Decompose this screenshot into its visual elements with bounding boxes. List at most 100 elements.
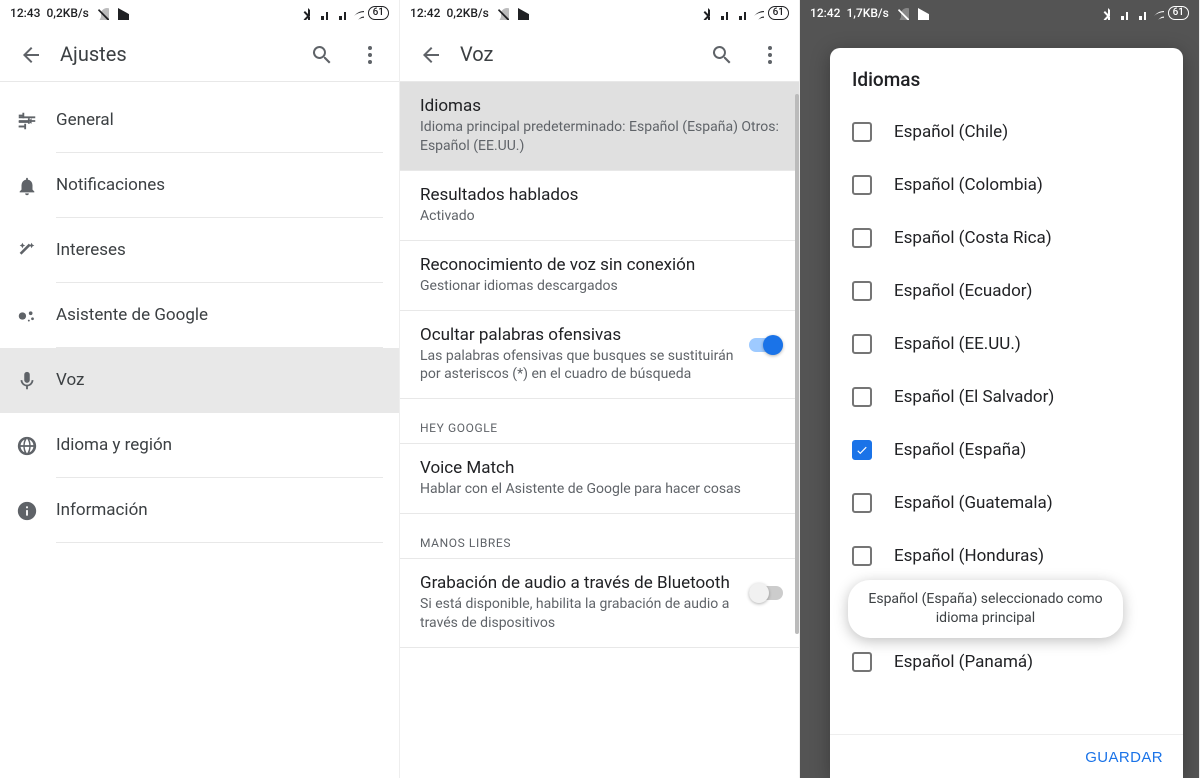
- checkbox[interactable]: [852, 546, 872, 566]
- checkbox[interactable]: [852, 387, 872, 407]
- app-bar: Voz: [400, 26, 799, 82]
- save-button[interactable]: GUARDAR: [1085, 749, 1163, 766]
- settings-item[interactable]: Voz: [0, 348, 399, 413]
- setting-title: Grabación de audio a través de Bluetooth: [420, 573, 737, 593]
- status-net: 1,7KB/s: [846, 6, 888, 20]
- voice-setting-item[interactable]: Ocultar palabras ofensivasLas palabras o…: [400, 311, 799, 400]
- dialog-title: Idiomas: [830, 48, 1183, 105]
- voice-setting-item[interactable]: Reconocimiento de voz sin conexión Gestio…: [400, 241, 799, 311]
- voice-setting-item[interactable]: Resultados habladosActivado: [400, 171, 799, 241]
- language-item[interactable]: Español (EE.UU.): [830, 317, 1179, 370]
- settings-panel: 12:43 0,2KB/s 61 Ajustes General Notific…: [0, 0, 400, 778]
- more-icon: [358, 43, 380, 65]
- app-bar: Ajustes: [0, 26, 399, 82]
- language-name: Español (Chile): [894, 122, 1008, 142]
- checkbox[interactable]: [852, 334, 872, 354]
- checkbox[interactable]: [852, 652, 872, 672]
- setting-title: Ocultar palabras ofensivas: [420, 325, 737, 345]
- mute-icon: [895, 6, 909, 20]
- status-time: 12:43: [10, 6, 40, 20]
- voice-setting-item[interactable]: Voice MatchHablar con el Asistente de Go…: [400, 444, 799, 514]
- play-icon: [915, 6, 929, 20]
- settings-item-label: Intereses: [56, 218, 383, 283]
- battery-level: 61: [768, 6, 789, 20]
- more-button[interactable]: [345, 30, 393, 78]
- sliders-icon: [16, 110, 56, 132]
- voice-panel: 12:42 0,2KB/s 61 Voz IdiomasIdioma princ…: [400, 0, 800, 778]
- settings-item[interactable]: Asistente de Google: [0, 283, 399, 348]
- play-icon: [115, 6, 129, 20]
- languages-dialog: Idiomas Español (Chile) Español (Colombia…: [830, 48, 1183, 778]
- back-button[interactable]: [406, 30, 454, 78]
- checkbox[interactable]: [852, 122, 872, 142]
- checkbox[interactable]: [852, 281, 872, 301]
- signal-icon: [732, 6, 746, 20]
- status-bar: 12:42 0,2KB/s 61: [400, 0, 799, 26]
- setting-title: Reconocimiento de voz sin conexión: [420, 255, 783, 275]
- mic-icon: [16, 370, 56, 392]
- setting-subtitle: Idioma principal predeterminado: Español…: [420, 118, 783, 156]
- language-name: Español (Panamá): [894, 652, 1033, 672]
- settings-item-label: Asistente de Google: [56, 283, 383, 348]
- voice-setting-item[interactable]: IdiomasIdioma principal predeterminado: …: [400, 82, 799, 171]
- language-name: Español (Ecuador): [894, 281, 1032, 301]
- language-item[interactable]: Español (Colombia): [830, 158, 1179, 211]
- toggle-switch[interactable]: [749, 583, 783, 603]
- voice-setting-item[interactable]: Grabación de audio a través de Bluetooth…: [400, 559, 799, 648]
- settings-item[interactable]: Idioma y región: [0, 413, 399, 478]
- settings-item[interactable]: Intereses: [0, 218, 399, 283]
- status-time: 12:42: [410, 6, 440, 20]
- settings-item-label: General: [56, 88, 383, 153]
- settings-list: General Notificaciones Intereses Asisten…: [0, 82, 399, 543]
- search-button[interactable]: [297, 30, 345, 78]
- search-icon: [310, 43, 332, 65]
- setting-subtitle: Gestionar idiomas descargados: [420, 277, 783, 296]
- search-button[interactable]: [697, 30, 745, 78]
- language-list[interactable]: Español (Chile) Español (Colombia) Español…: [830, 105, 1183, 734]
- language-item[interactable]: Español (Panamá): [830, 635, 1179, 688]
- page-title: Ajustes: [60, 42, 297, 66]
- info-icon: [16, 500, 56, 522]
- settings-item[interactable]: Información: [0, 478, 399, 543]
- more-button[interactable]: [745, 30, 793, 78]
- globe-icon: [16, 435, 56, 457]
- checkbox[interactable]: [852, 440, 872, 460]
- language-item[interactable]: Español (El Salvador): [830, 370, 1179, 423]
- language-name: Español (El Salvador): [894, 387, 1054, 407]
- setting-title: Voice Match: [420, 458, 783, 478]
- play-icon: [515, 6, 529, 20]
- settings-item-label: Información: [56, 478, 383, 543]
- battery-level: 61: [1168, 6, 1189, 20]
- language-name: Español (Costa Rica): [894, 228, 1052, 248]
- language-item[interactable]: Español (Chile): [830, 105, 1179, 158]
- checkbox[interactable]: [852, 493, 872, 513]
- bell-icon: [16, 175, 56, 197]
- status-net: 0,2KB/s: [446, 6, 488, 20]
- voice-settings-list: IdiomasIdioma principal predeterminado: …: [400, 82, 799, 648]
- language-item[interactable]: Español (Honduras): [830, 529, 1179, 582]
- toast: Español (España) seleccionado como idiom…: [848, 580, 1123, 638]
- dialog-footer: GUARDAR: [830, 734, 1183, 778]
- setting-title: Idiomas: [420, 96, 783, 116]
- language-item[interactable]: Español (Guatemala): [830, 476, 1179, 529]
- back-button[interactable]: [6, 30, 54, 78]
- settings-item[interactable]: Notificaciones: [0, 153, 399, 218]
- scrollbar[interactable]: [795, 94, 799, 634]
- signal-icon: [1132, 6, 1146, 20]
- settings-item-label: Notificaciones: [56, 153, 383, 218]
- status-bar: 12:43 0,2KB/s 61: [0, 0, 399, 26]
- checkbox[interactable]: [852, 175, 872, 195]
- language-item[interactable]: Español (Ecuador): [830, 264, 1179, 317]
- language-item[interactable]: Español (Costa Rica): [830, 211, 1179, 264]
- wifi-icon: [750, 6, 764, 20]
- signal-icon: [314, 6, 328, 20]
- language-name: Español (Colombia): [894, 175, 1043, 195]
- settings-item-label: Voz: [56, 348, 383, 413]
- language-item[interactable]: Español (España): [830, 423, 1179, 476]
- mute-icon: [95, 6, 109, 20]
- back-icon: [419, 43, 441, 65]
- signal-icon: [1114, 6, 1128, 20]
- toggle-switch[interactable]: [749, 335, 783, 355]
- settings-item[interactable]: General: [0, 88, 399, 153]
- checkbox[interactable]: [852, 228, 872, 248]
